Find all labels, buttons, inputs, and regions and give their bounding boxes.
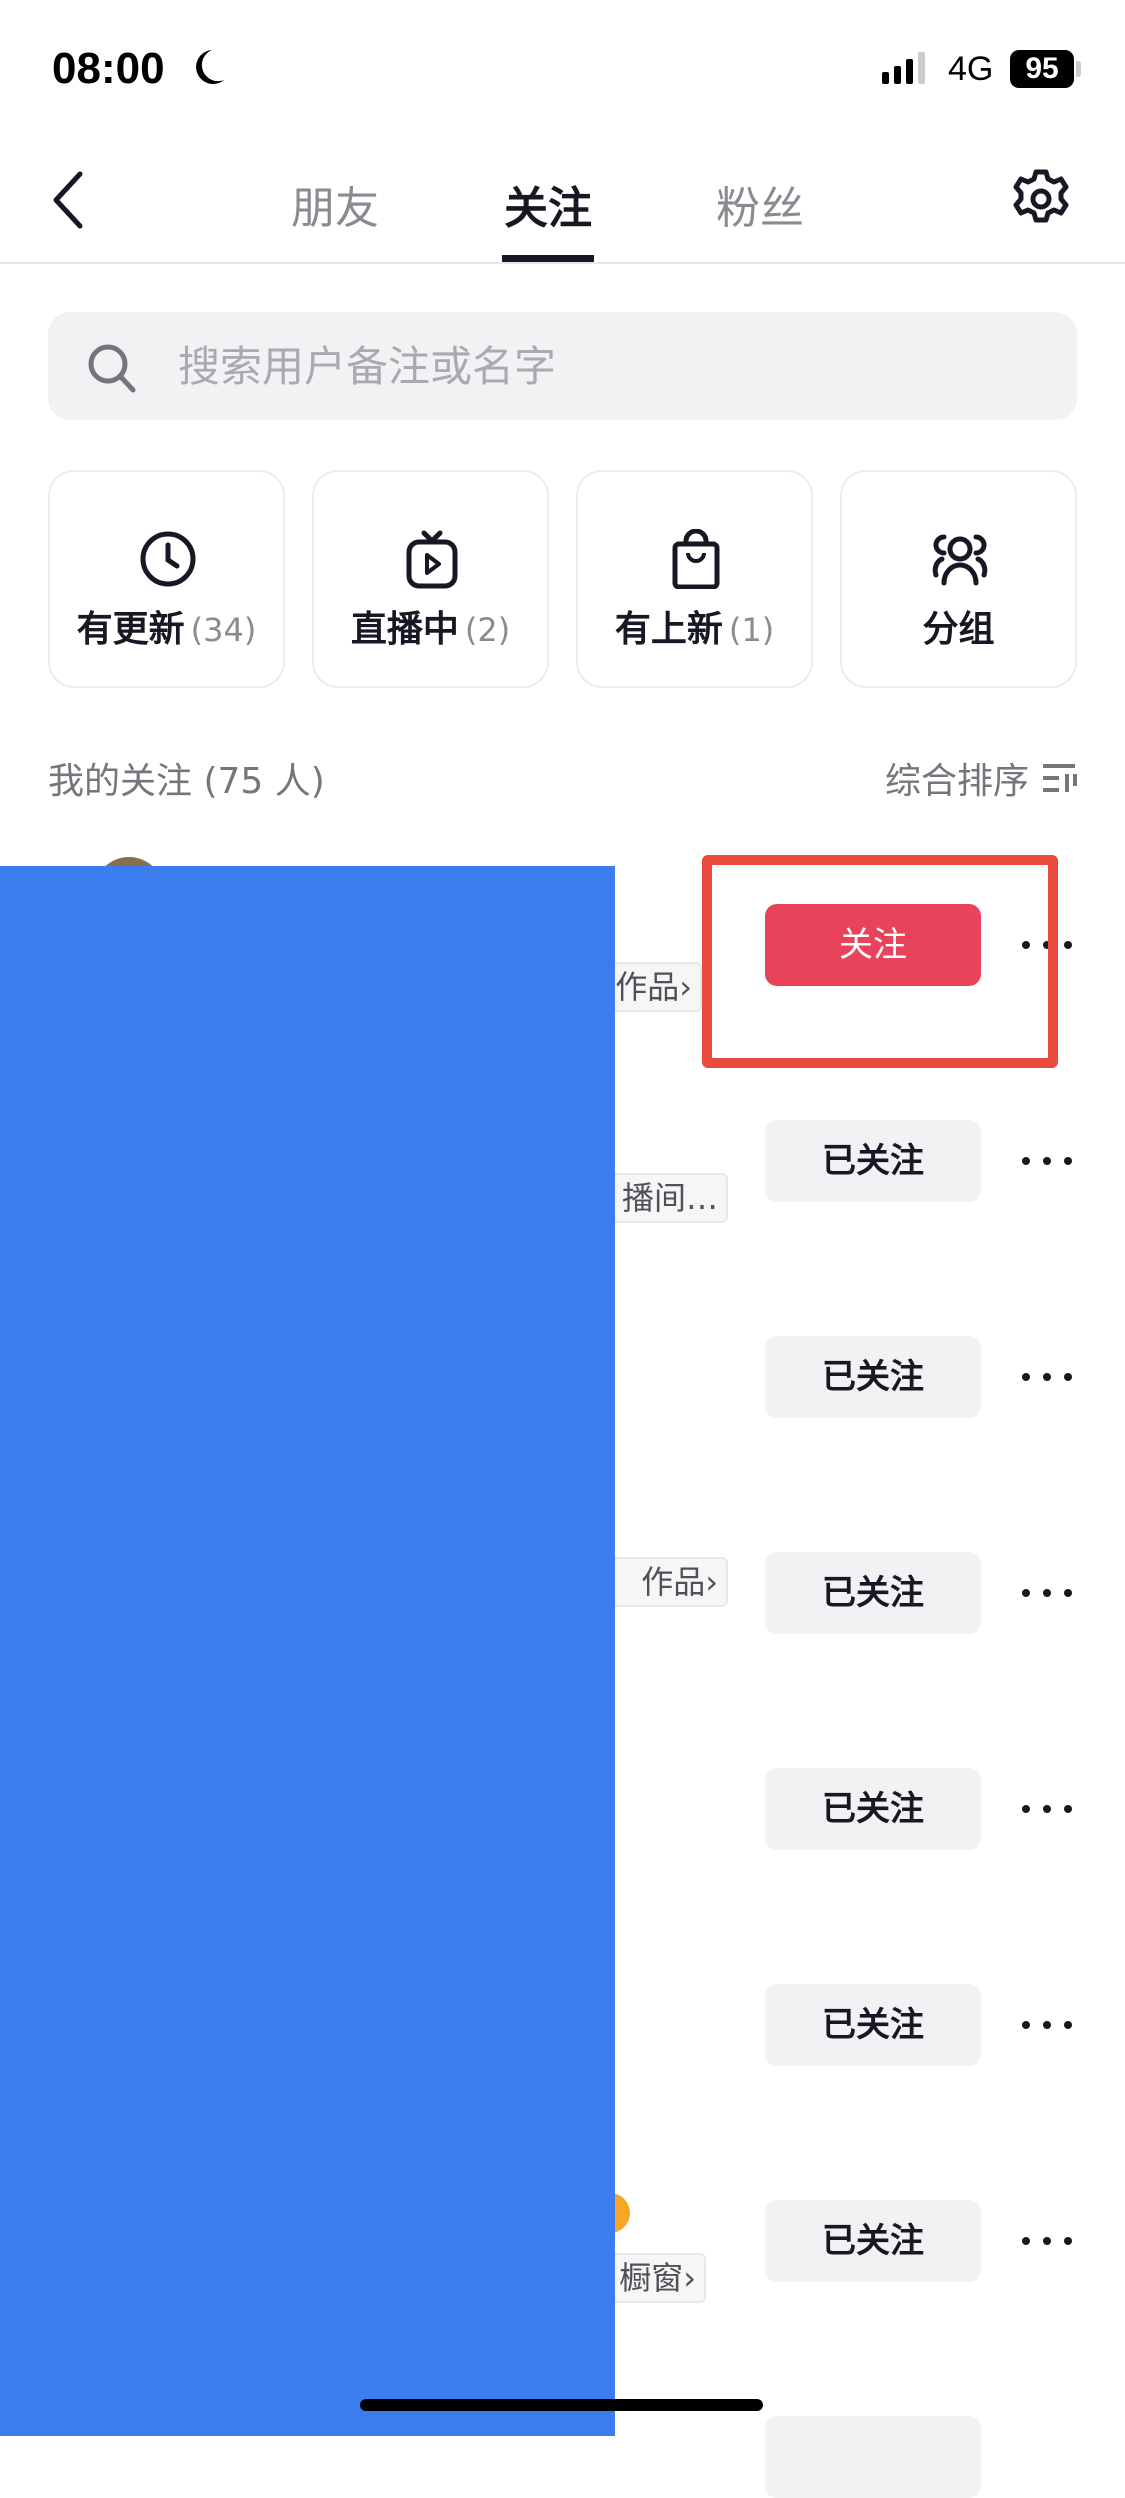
tv-icon [406,530,458,589]
following-button[interactable]: 已关注 [765,2200,981,2282]
gear-icon[interactable] [1010,168,1072,230]
search-icon [88,344,136,393]
filter-label: 有上新 [614,609,723,650]
header-divider [0,262,1125,264]
filter-updates[interactable]: 有更新 (34) [48,470,285,688]
battery-cap [1076,61,1081,77]
more-icon[interactable] [1022,2015,1072,2035]
filter-new-products[interactable]: 有上新 (1) [576,470,813,688]
following-count-title: 我的关注 (75 人) [48,761,325,802]
search-bar[interactable] [48,312,1077,420]
more-icon[interactable] [1022,1151,1072,1171]
clock-icon [140,531,196,587]
following-button[interactable]: 已关注 [765,1984,981,2066]
more-icon[interactable] [1022,1367,1072,1387]
filter-count: (2) [464,611,511,649]
following-button[interactable] [765,2416,981,2498]
redaction-block [0,866,615,2436]
search-input[interactable] [178,312,1058,420]
tab-friends[interactable]: 朋友 [265,172,405,236]
sort-label: 综合排序 [884,761,1029,802]
group-icon [932,534,988,586]
following-button[interactable]: 已关注 [765,1336,981,1418]
battery-icon: 95 [1010,50,1074,88]
more-icon[interactable] [1022,1583,1072,1603]
home-indicator[interactable] [360,2399,763,2411]
filter-label: 分组 [922,609,995,650]
shopping-bag-icon [672,529,720,589]
filter-count: (1) [728,611,775,649]
following-button[interactable]: 已关注 [765,1768,981,1850]
network-type: 4G [948,50,994,88]
highlight-box [702,855,1058,1068]
tab-fans[interactable]: 粉丝 [690,172,830,236]
sort-icon [1043,764,1077,792]
more-icon[interactable] [1022,2231,1072,2251]
following-button[interactable]: 已关注 [765,1552,981,1634]
tab-following[interactable]: 关注 [478,172,618,236]
status-time: 08:00 [52,44,165,93]
signal-icon [882,52,925,84]
filter-live[interactable]: 直播中 (2) [312,470,549,688]
more-icon[interactable] [1022,1799,1072,1819]
back-icon[interactable] [50,170,90,230]
filter-label: 直播中 [350,609,459,650]
filter-label: 有更新 [76,609,185,650]
moon-icon [196,50,224,84]
filter-count: (34) [190,611,257,649]
filter-groups[interactable]: 分组 [840,470,1077,688]
following-button[interactable]: 已关注 [765,1120,981,1202]
sort-button[interactable]: 综合排序 [885,752,1077,804]
